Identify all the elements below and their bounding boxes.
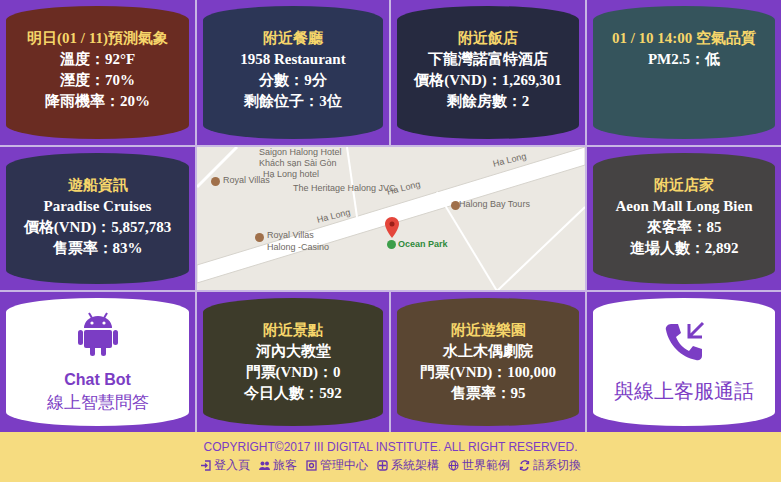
- footer-link[interactable]: 管理中心: [306, 457, 368, 474]
- tile-title: 附近景點: [263, 320, 323, 341]
- call-tile[interactable]: 與線上客服通話: [587, 292, 781, 432]
- link-label: 旅客: [273, 457, 297, 474]
- info-card: 遊船資訊Paradise Cruises價格(VND)：5,857,783售票率…: [6, 153, 189, 284]
- info-card: 附近店家Aeon Mall Long Bien來客率：85進場人數：2,892: [593, 153, 775, 284]
- app-label: Chat Bot: [64, 371, 131, 389]
- info-card: 附近飯店下龍灣諾富特酒店價格(VND)：1,269,301剩餘房數：2: [397, 6, 579, 139]
- tile-title: 附近店家: [654, 175, 714, 196]
- tile-line: 進場人數：2,892: [630, 238, 739, 259]
- tile-line: 水上木偶劇院: [443, 341, 533, 362]
- globe-icon: [448, 460, 459, 471]
- map-label: Halong Bay Tours: [459, 199, 530, 209]
- system-icon: [377, 460, 388, 471]
- swap-icon: [519, 460, 530, 471]
- tile-line: 今日人數：592: [244, 383, 342, 404]
- tile-grid: 明日(01 / 11)預測氣象溫度：92°F溼度：70%降雨機率：20%附近餐廳…: [0, 0, 781, 432]
- tile-title: 附近飯店: [458, 28, 518, 49]
- app-card: Chat Bot 線上智慧問答: [6, 298, 189, 426]
- tile-line: 剩餘位子：3位: [244, 91, 342, 112]
- link-label: 系統架構: [391, 457, 439, 474]
- tile-title: 遊船資訊: [68, 175, 128, 196]
- poi-dot: [211, 177, 220, 186]
- map-label: Halong -Casino: [267, 242, 329, 252]
- tile-line: Paradise Cruises: [44, 196, 152, 217]
- info-tile[interactable]: 明日(01 / 11)預測氣象溫度：92°F溼度：70%降雨機率：20%: [0, 0, 195, 145]
- info-card: 附近餐廳1958 Restaurant分數：9分剩餘位子：3位: [203, 6, 383, 139]
- chatbot-tile[interactable]: Chat Bot 線上智慧問答: [0, 292, 195, 432]
- info-tile[interactable]: 附近遊樂園水上木偶劇院門票(VND)：100,000售票率：95: [391, 292, 585, 432]
- tile-line: 門票(VND)：0: [246, 362, 341, 383]
- link-label: 管理中心: [320, 457, 368, 474]
- link-label: 登入頁: [214, 457, 250, 474]
- info-tile[interactable]: 附近店家Aeon Mall Long Bien來客率：85進場人數：2,892: [587, 147, 781, 290]
- tile-line: 河內大教堂: [256, 341, 331, 362]
- phone-icon: [662, 320, 706, 364]
- link-label: 語系切換: [533, 457, 581, 474]
- map-label: The Heritage Halong JVC: [293, 183, 396, 193]
- info-tile[interactable]: 附近餐廳1958 Restaurant分數：9分剩餘位子：3位: [197, 0, 389, 145]
- info-card: 附近遊樂園水上木偶劇院門票(VND)：100,000售票率：95: [397, 298, 579, 426]
- footer-link[interactable]: 世界範例: [448, 457, 510, 474]
- tile-line: 溼度：70%: [60, 70, 135, 91]
- info-tile[interactable]: 附近景點河內大教堂門票(VND)：0今日人數：592: [197, 292, 389, 432]
- map-label: Royal Villas: [267, 230, 314, 240]
- tile-line: 降雨機率：20%: [45, 91, 150, 112]
- footer-link[interactable]: 登入頁: [200, 457, 250, 474]
- map-label: Ha Long: [386, 179, 421, 197]
- poi-dot: [387, 240, 396, 249]
- map-pin-icon[interactable]: [385, 217, 399, 239]
- map[interactable]: Saigon Halong HotelKhách sạn Sài GònHạ L…: [197, 147, 585, 290]
- tile-line: 1958 Restaurant: [240, 49, 345, 70]
- tile-line: 來客率：85: [647, 217, 722, 238]
- info-card: 01 / 10 14:00 空氣品質PM2.5：低: [593, 6, 775, 139]
- info-card: 附近景點河內大教堂門票(VND)：0今日人數：592: [203, 298, 383, 426]
- copyright: COPYRIGHT©2017 III DIGITAL INSTITUTE. AL…: [203, 440, 577, 454]
- footer-links: 登入頁 旅客 管理中心 系統架構 世界範例 語系切換: [200, 457, 581, 474]
- tile-title: 01 / 10 14:00 空氣品質: [612, 28, 756, 49]
- map-label: Royal Villas: [223, 175, 270, 185]
- tile-line: 售票率：83%: [53, 238, 143, 259]
- tile-title: 附近遊樂園: [451, 320, 526, 341]
- map-label: Hạ Long hotel: [263, 169, 319, 179]
- info-card: 明日(01 / 11)預測氣象溫度：92°F溼度：70%降雨機率：20%: [6, 6, 189, 139]
- tile-line: 分數：9分: [259, 70, 327, 91]
- tile-line: 門票(VND)：100,000: [420, 362, 556, 383]
- dashboard: 明日(01 / 11)預測氣象溫度：92°F溼度：70%降雨機率：20%附近餐廳…: [0, 0, 781, 482]
- tile-line: Aeon Mall Long Bien: [615, 196, 752, 217]
- info-tile[interactable]: 附近飯店下龍灣諾富特酒店價格(VND)：1,269,301剩餘房數：2: [391, 0, 585, 145]
- app-label: 與線上客服通話: [614, 378, 754, 405]
- footer-link[interactable]: 旅客: [259, 457, 297, 474]
- info-tile[interactable]: 遊船資訊Paradise Cruises價格(VND)：5,857,783售票率…: [0, 147, 195, 290]
- app-card: 與線上客服通話: [593, 298, 775, 426]
- tile-line: 價格(VND)：1,269,301: [414, 70, 562, 91]
- footer: COPYRIGHT©2017 III DIGITAL INSTITUTE. AL…: [0, 432, 781, 482]
- tile-line: 售票率：95: [451, 383, 526, 404]
- tile-line: PM2.5：低: [648, 49, 720, 70]
- app-label: 線上智慧問答: [47, 391, 149, 414]
- info-tile[interactable]: 01 / 10 14:00 空氣品質PM2.5：低: [587, 0, 781, 145]
- pin-label: Ocean Park: [398, 239, 448, 249]
- people-icon: [259, 460, 270, 471]
- tile-title: 附近餐廳: [263, 28, 323, 49]
- tile-line: 剩餘房數：2: [447, 91, 530, 112]
- login-icon: [200, 460, 211, 471]
- map-label: Saigon Halong Hotel: [259, 147, 342, 157]
- footer-link[interactable]: 語系切換: [519, 457, 581, 474]
- poi-dot: [255, 233, 264, 242]
- tile-title: 明日(01 / 11)預測氣象: [27, 28, 168, 49]
- tile-line: 下龍灣諾富特酒店: [428, 49, 548, 70]
- admin-icon: [306, 460, 317, 471]
- footer-link[interactable]: 系統架構: [377, 457, 439, 474]
- tile-line: 價格(VND)：5,857,783: [24, 217, 172, 238]
- poi-dot: [451, 201, 460, 210]
- tile-line: 溫度：92°F: [60, 49, 135, 70]
- android-icon: [78, 311, 118, 357]
- map-label: Khách sạn Sài Gòn: [259, 158, 337, 168]
- link-label: 世界範例: [462, 457, 510, 474]
